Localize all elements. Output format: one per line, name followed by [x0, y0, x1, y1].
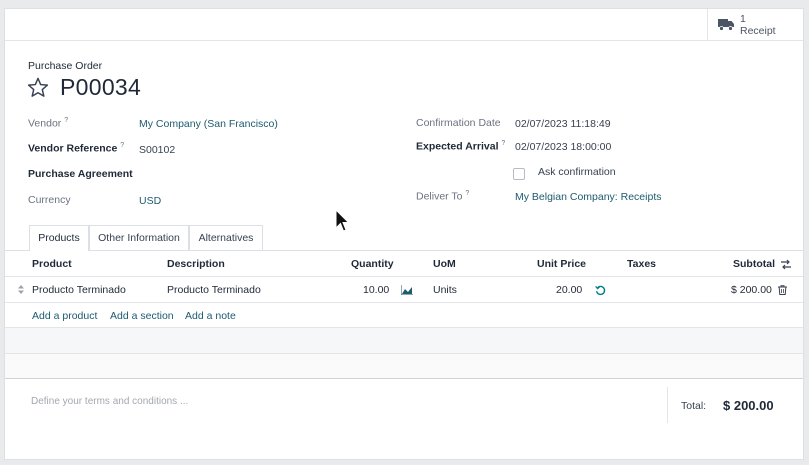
empty-row	[5, 354, 803, 378]
expected-arrival-label: Expected Arrival ?	[416, 140, 506, 153]
vendor-reference-label: Vendor Reference ?	[28, 142, 125, 155]
truck-icon	[718, 19, 734, 31]
tab-alternatives[interactable]: Alternatives	[189, 225, 263, 250]
add-section-link[interactable]: Add a section	[110, 310, 174, 322]
receipt-count: 1	[740, 13, 746, 25]
currency-field[interactable]: USD	[139, 195, 161, 207]
receipt-label: Receipt	[740, 25, 776, 37]
star-icon[interactable]	[27, 77, 49, 98]
row-product[interactable]: Producto Terminado	[32, 284, 126, 296]
row-quantity[interactable]: 10.00	[363, 284, 389, 296]
terms-and-conditions-field[interactable]: Define your terms and conditions ...	[31, 396, 188, 407]
vendor-label: Vendor ?	[28, 117, 69, 130]
confirmation-date-label: Confirmation Date	[416, 117, 501, 129]
vendor-field[interactable]: My Company (San Francisco)	[139, 118, 278, 130]
column-header-product[interactable]: Product	[32, 258, 72, 270]
empty-row	[5, 328, 803, 353]
column-header-description[interactable]: Description	[167, 258, 225, 270]
po-name-title: P00034	[60, 74, 142, 100]
row-unit-price[interactable]: 20.00	[556, 284, 582, 296]
total-label: Total:	[681, 400, 707, 412]
history-icon[interactable]	[595, 285, 606, 296]
ask-confirmation-label: Ask confirmation	[538, 166, 616, 178]
tabs-baseline	[5, 250, 803, 251]
trash-icon[interactable]	[778, 285, 787, 295]
tab-other-information[interactable]: Other Information	[89, 225, 189, 250]
expected-arrival-help-mark: ?	[501, 140, 506, 147]
table-bottom-border	[5, 378, 803, 379]
row-uom[interactable]: Units	[433, 284, 457, 296]
document-type-label: Purchase Order	[28, 60, 103, 72]
row-description[interactable]: Producto Terminado	[167, 284, 261, 296]
column-header-subtotal[interactable]: Subtotal	[733, 258, 775, 270]
drag-handle-icon[interactable]	[18, 285, 24, 294]
row-subtotal: $ 200.00	[731, 284, 772, 296]
deliver-to-field[interactable]: My Belgian Company: Receipts	[515, 191, 661, 203]
expected-arrival-field[interactable]: 02/07/2023 18:00:00	[515, 141, 611, 153]
vendor-reference-help-mark: ?	[120, 142, 125, 149]
button-box: 1 Receipt	[5, 9, 803, 41]
column-header-taxes[interactable]: Taxes	[627, 258, 656, 270]
tab-products[interactable]: Products	[29, 225, 89, 251]
total-value: $ 200.00	[723, 398, 774, 413]
row-separator	[5, 302, 803, 303]
vendor-reference-field[interactable]: S00102	[139, 144, 175, 156]
column-header-quantity[interactable]: Quantity	[351, 258, 394, 270]
receipt-smart-button[interactable]: 1 Receipt	[707, 9, 803, 41]
total-divider	[667, 387, 668, 423]
column-header-uom[interactable]: UoM	[433, 258, 456, 270]
currency-label: Currency	[28, 194, 71, 206]
ask-confirmation-checkbox[interactable]	[513, 168, 525, 180]
confirmation-date-field[interactable]: 02/07/2023 11:18:49	[515, 118, 611, 130]
deliver-to-label: Deliver To ?	[416, 190, 470, 203]
optional-columns-toggle-icon[interactable]	[780, 259, 792, 270]
column-header-unit-price[interactable]: Unit Price	[537, 258, 586, 270]
add-product-link[interactable]: Add a product	[32, 310, 97, 322]
add-note-link[interactable]: Add a note	[185, 310, 236, 322]
purchase-agreement-label: Purchase Agreement	[28, 168, 133, 180]
mouse-cursor-icon	[335, 209, 349, 232]
form-sheet: 1 Receipt Purchase Order P00034 Vendor ?…	[4, 8, 804, 460]
deliver-to-help-mark: ?	[465, 190, 470, 197]
forecast-chart-icon[interactable]	[401, 285, 413, 295]
vendor-help-mark: ?	[64, 117, 69, 124]
